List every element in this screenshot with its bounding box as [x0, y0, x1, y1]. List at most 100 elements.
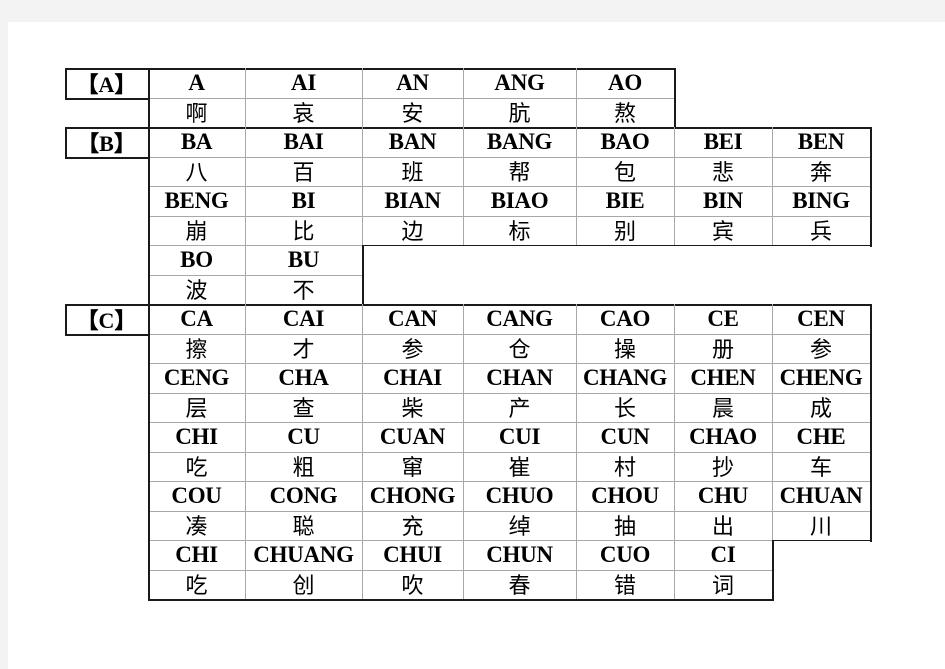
- col-line-right: [870, 363, 872, 424]
- pinyin-cell: ANG: [494, 69, 545, 95]
- col-line: [772, 304, 773, 363]
- hanzi-cell: 参: [809, 338, 832, 364]
- hanzi-cell: 绰: [508, 515, 531, 541]
- pinyin-cell: CONG: [269, 482, 338, 508]
- hanzi-cell: 晨: [711, 397, 734, 423]
- pinyin-cell: CHUO: [485, 482, 554, 508]
- pinyin-cell: AN: [396, 69, 429, 95]
- row-line: [148, 481, 870, 482]
- pinyin-cell: CHU: [697, 482, 749, 508]
- pinyin-cell: CHI: [175, 541, 218, 567]
- pinyin-cell: BANG: [486, 128, 553, 154]
- pinyin-cell: CHAN: [486, 364, 553, 390]
- pinyin-cell: CHENG: [779, 364, 863, 390]
- col-line: [576, 363, 577, 422]
- col-line: [245, 363, 246, 422]
- hanzi-cell: 粗: [292, 456, 315, 482]
- col-line: [576, 304, 577, 363]
- pinyin-cell: BI: [291, 187, 316, 213]
- pinyin-cell: AI: [291, 69, 316, 95]
- section-label-border-left: [65, 127, 67, 159]
- col-line-right: [362, 245, 364, 306]
- col-line: [245, 127, 246, 186]
- section-label-border-bottom: [65, 333, 148, 336]
- col-line-left: [148, 540, 150, 600]
- col-line: [772, 186, 773, 245]
- row-line: [148, 245, 362, 246]
- hanzi-cell: 册: [711, 338, 734, 364]
- col-line: [463, 540, 464, 599]
- hanzi-cell: 崔: [508, 456, 531, 482]
- col-line: [772, 481, 773, 540]
- hanzi-cell: 包: [613, 161, 636, 187]
- pinyin-cell: BIAN: [384, 187, 441, 213]
- row-line: [148, 304, 870, 306]
- hanzi-cell: 吃: [185, 456, 208, 482]
- row-line: [148, 569, 772, 571]
- hanzi-cell: 哀: [292, 102, 315, 128]
- col-line: [463, 186, 464, 245]
- hanzi-cell: 肮: [508, 102, 531, 128]
- hanzi-cell: 擦: [185, 338, 208, 364]
- col-line: [772, 127, 773, 186]
- row-line: [148, 422, 870, 423]
- col-line: [576, 127, 577, 186]
- row-line: [148, 540, 772, 541]
- pinyin-cell: CHUANG: [253, 541, 354, 567]
- pinyin-cell: BIN: [702, 187, 743, 213]
- col-line: [674, 422, 675, 481]
- col-line: [674, 186, 675, 245]
- col-line-left: [148, 186, 150, 246]
- col-line: [362, 363, 363, 422]
- col-line: [576, 422, 577, 481]
- col-line: [772, 422, 773, 481]
- pinyin-cell: CHUI: [383, 541, 442, 567]
- col-line: [674, 481, 675, 540]
- hanzi-cell: 兵: [809, 220, 832, 246]
- hanzi-cell: 充: [401, 515, 424, 541]
- pinyin-cell: BO: [180, 246, 213, 272]
- col-line-right: [674, 68, 676, 129]
- pinyin-cell: CUAN: [379, 423, 446, 449]
- col-line: [463, 422, 464, 481]
- hanzi-cell: 词: [711, 574, 734, 600]
- hanzi-cell: 长: [613, 397, 636, 423]
- hanzi-cell: 出: [711, 515, 734, 541]
- col-line-left: [148, 127, 150, 187]
- pinyin-cell: CI: [710, 541, 736, 567]
- hanzi-cell: 崩: [185, 220, 208, 246]
- hanzi-cell: 熬: [613, 102, 636, 128]
- pinyin-cell: BU: [287, 246, 320, 272]
- hanzi-cell: 村: [613, 456, 636, 482]
- hanzi-cell: 参: [401, 338, 424, 364]
- col-line: [463, 481, 464, 540]
- row-line: [148, 97, 674, 99]
- col-line: [362, 304, 363, 363]
- pinyin-cell: CU: [287, 423, 320, 449]
- row-line: [148, 333, 870, 335]
- pinyin-cell: CHOU: [591, 482, 659, 508]
- pinyin-cell: BEN: [797, 128, 845, 154]
- pinyin-cell: CHE: [796, 423, 846, 449]
- hanzi-cell: 比: [292, 220, 315, 246]
- pinyin-cell: CHUAN: [779, 482, 863, 508]
- pinyin-cell: AO: [608, 69, 642, 95]
- hanzi-cell: 查: [292, 397, 315, 423]
- col-line-left: [148, 422, 150, 482]
- col-line: [576, 540, 577, 599]
- hanzi-cell: 抽: [613, 515, 636, 541]
- pinyin-cell: BENG: [164, 187, 229, 213]
- col-line: [362, 186, 363, 245]
- hanzi-cell: 标: [508, 220, 531, 246]
- pinyin-cell: BAI: [283, 128, 324, 154]
- col-line: [463, 363, 464, 422]
- hanzi-cell: 柴: [401, 397, 424, 423]
- section-label: 【B】: [77, 130, 136, 156]
- col-line-left: [148, 68, 150, 128]
- row-line: [148, 599, 772, 601]
- pinyin-cell: BA: [180, 128, 213, 154]
- col-line: [576, 481, 577, 540]
- col-line: [463, 127, 464, 186]
- col-line-left: [148, 245, 150, 305]
- col-line-left: [148, 363, 150, 423]
